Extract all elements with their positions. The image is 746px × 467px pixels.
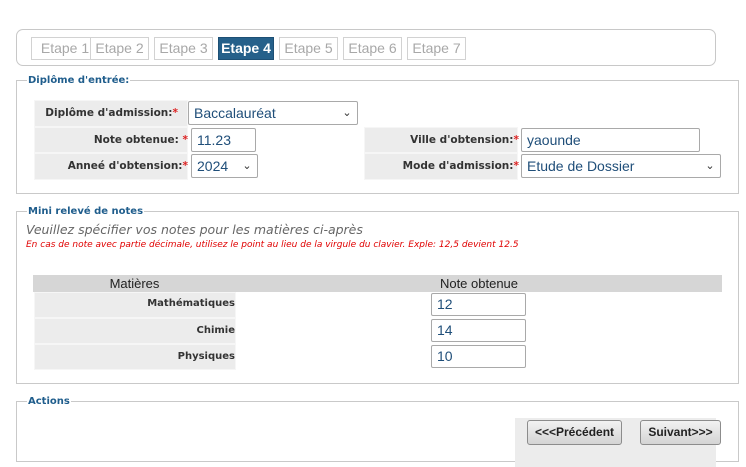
step-2-tab[interactable]: Etape 2 xyxy=(90,37,149,60)
diplome-admission-label: Diplôme d'admission:* xyxy=(45,107,178,119)
previous-button[interactable]: <<<Précédent xyxy=(527,420,622,445)
subject-label: Physiques xyxy=(177,351,235,362)
diplome-admission-select[interactable]: Baccalauréat ⌄ xyxy=(188,101,358,125)
step-1-tab[interactable]: Etape 1 xyxy=(31,37,99,60)
grade-input-physiques[interactable]: 10 xyxy=(431,345,526,368)
step-4-tab[interactable]: Etape 4 xyxy=(218,37,274,60)
chevron-down-icon: ⌄ xyxy=(705,160,715,172)
annee-label: Anneé d'obtension:* xyxy=(67,160,188,172)
notes-legend: Mini relevé de notes xyxy=(28,206,144,217)
diplome-legend: Diplôme d'entrée: xyxy=(28,75,130,86)
chevron-down-icon: ⌄ xyxy=(342,107,352,119)
step-3-tab[interactable]: Etape 3 xyxy=(154,37,213,60)
actions-legend: Actions xyxy=(28,396,70,407)
next-button[interactable]: Suivant>>> xyxy=(640,420,721,445)
step-wizard: Etape 1 Etape 2 Etape 3 Etape 4 Etape 5 … xyxy=(16,29,716,66)
notes-hint: En cas de note avec partie décimale, uti… xyxy=(26,240,519,250)
mode-admission-select[interactable]: Etude de Dossier ⌄ xyxy=(521,154,721,178)
subject-label: Mathématiques xyxy=(147,298,235,309)
column-header-grade: Note obtenue xyxy=(236,275,722,292)
grade-input-mathematiques[interactable]: 12 xyxy=(431,293,526,316)
step-7-tab[interactable]: Etape 7 xyxy=(407,37,466,60)
step-5-tab[interactable]: Etape 5 xyxy=(279,37,338,60)
note-label: Note obtenue: * xyxy=(93,134,188,146)
annee-select[interactable]: 2024 ⌄ xyxy=(191,154,258,178)
note-input[interactable]: 11.23 xyxy=(191,128,256,152)
ville-input[interactable]: yaounde xyxy=(521,128,700,152)
notes-intro: Veuillez spécifier vos notes pour les ma… xyxy=(26,222,363,237)
chevron-down-icon: ⌄ xyxy=(242,160,252,172)
subject-label: Chimie xyxy=(196,325,235,336)
step-6-tab[interactable]: Etape 6 xyxy=(343,37,402,60)
ville-label: Ville d'obtension:* xyxy=(410,134,519,146)
column-header-subject: Matières xyxy=(33,275,236,292)
mode-label: Mode d'admission:* xyxy=(402,160,519,172)
grade-input-chimie[interactable]: 14 xyxy=(431,319,526,342)
